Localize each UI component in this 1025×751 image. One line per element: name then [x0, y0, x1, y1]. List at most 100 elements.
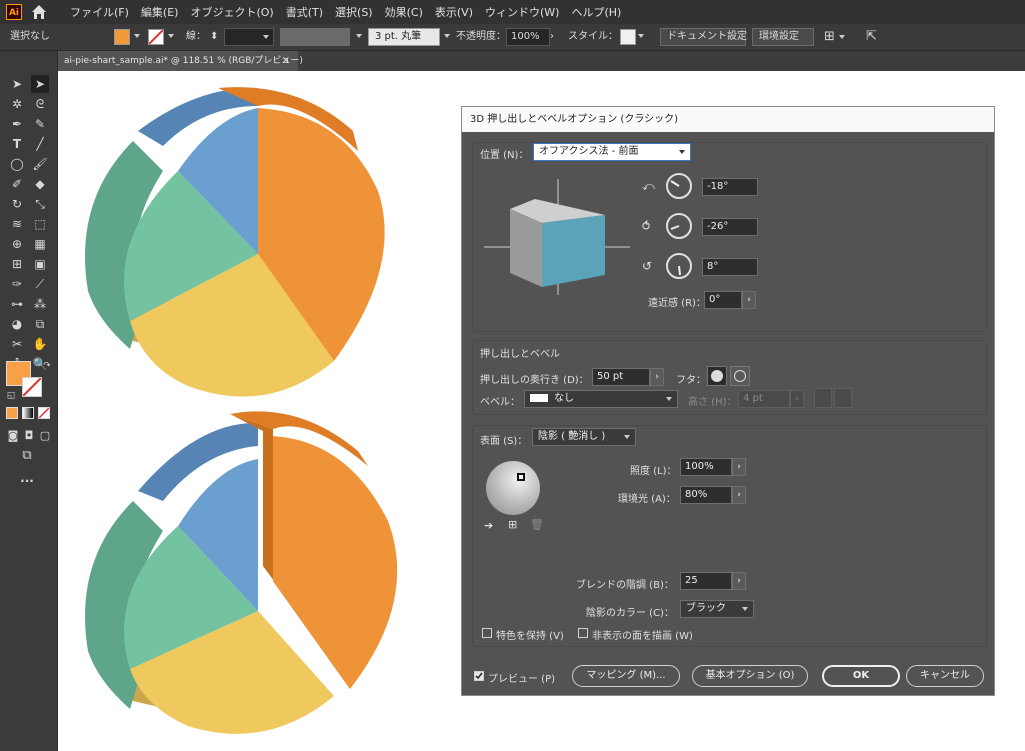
new-light-icon[interactable]: ⊞	[508, 518, 517, 531]
position-select[interactable]: オフアクシス法 - 前面	[533, 143, 691, 161]
stroke-weight-stepper[interactable]: ⬍	[210, 27, 218, 47]
direct-selection-tool-icon[interactable]: ➤	[31, 75, 49, 93]
gradient-tool-icon[interactable]: ▣	[31, 255, 49, 273]
menu-type[interactable]: 書式(T)	[286, 4, 323, 20]
brush-definition[interactable]: 3 pt. 丸筆	[368, 28, 440, 46]
cap-on-button[interactable]	[707, 366, 727, 386]
menu-window[interactable]: ウィンドウ(W)	[485, 4, 559, 20]
light-source-handle[interactable]	[517, 473, 525, 481]
document-settings-button[interactable]: ドキュメント設定	[660, 28, 747, 46]
blend-steps-input[interactable]: 25	[680, 572, 732, 590]
eraser-icon[interactable]: ◆	[31, 175, 49, 193]
blend-tool-icon[interactable]: ⊶	[8, 295, 26, 313]
light-intensity-input[interactable]: 100%	[680, 458, 732, 476]
light-intensity-arrow[interactable]: ›	[732, 458, 746, 476]
type-tool-icon[interactable]: T	[8, 135, 26, 153]
pie-graph-tool-icon[interactable]: ◕	[8, 315, 26, 333]
move-light-back-icon[interactable]: ➔	[484, 519, 493, 532]
menu-select[interactable]: 選択(S)	[335, 4, 373, 20]
shaper-tool-icon[interactable]: ✐	[8, 175, 26, 193]
perspective-arrow[interactable]: ›	[742, 291, 756, 309]
surface-select[interactable]: 陰影 ( 艶消し )	[532, 428, 636, 446]
bevel-select[interactable]: なし	[524, 390, 678, 408]
symbol-sprayer-icon[interactable]: ⁂	[31, 295, 49, 313]
color-mode-icon[interactable]	[6, 407, 18, 419]
ellipse-tool-icon[interactable]: ◯	[8, 155, 26, 173]
profile-dropdown[interactable]	[352, 27, 362, 47]
line-tool-icon[interactable]: ╱	[31, 135, 49, 153]
arrange-documents-icon[interactable]: ⊞	[824, 27, 845, 47]
document-tab[interactable]: ai-pie-shart_sample.ai* @ 118.51 % (RGB/…	[58, 51, 303, 71]
stroke-swatch[interactable]	[148, 29, 164, 45]
rotate-tool-icon[interactable]: ↻	[8, 195, 26, 213]
menu-edit[interactable]: 編集(E)	[141, 4, 179, 20]
cancel-button[interactable]: キャンセル	[906, 665, 984, 687]
curvature-tool-icon[interactable]: ✎	[31, 115, 49, 133]
menu-help[interactable]: ヘルプ(H)	[571, 4, 621, 20]
measure-icon[interactable]: ⟋	[31, 275, 49, 293]
opacity-input[interactable]: 100%	[506, 28, 550, 46]
artboard-tool-icon[interactable]: ⧉	[31, 315, 49, 333]
pie-chart-3d-exploded[interactable]	[85, 411, 398, 734]
menu-effect[interactable]: 効果(C)	[385, 4, 423, 20]
z-rotation-input[interactable]: 8°	[702, 258, 758, 276]
light-sphere-preview[interactable]	[486, 461, 540, 515]
swap-fill-stroke-icon[interactable]: ↷	[38, 357, 56, 375]
variable-width-profile[interactable]	[280, 28, 350, 46]
blend-steps-arrow[interactable]: ›	[732, 572, 746, 590]
preview-checkbox[interactable]	[474, 671, 484, 681]
scale-tool-icon[interactable]: ⤡	[31, 195, 49, 213]
draw-hidden-faces-checkbox[interactable]	[578, 628, 588, 638]
stroke-color-box[interactable]	[22, 377, 42, 397]
shape-builder-icon[interactable]: ⊕	[8, 235, 26, 253]
basic-options-button[interactable]: 基本オプション (O)	[692, 665, 808, 687]
style-dropdown[interactable]	[634, 27, 644, 47]
stroke-dropdown[interactable]	[164, 27, 174, 47]
pen-tool-icon[interactable]: ✒	[8, 115, 26, 133]
stroke-weight-input[interactable]	[224, 28, 274, 46]
mapping-button[interactable]: マッピング (M)...	[572, 665, 680, 687]
free-transform-icon[interactable]: ⬚	[31, 215, 49, 233]
preserve-spot-checkbox[interactable]	[482, 628, 492, 638]
y-rotation-dial[interactable]	[666, 213, 692, 239]
ambient-light-input[interactable]: 80%	[680, 486, 732, 504]
eyedropper-icon[interactable]: ✑	[8, 275, 26, 293]
pie-chart-3d-top[interactable]	[85, 87, 385, 397]
warp-tool-icon[interactable]: ≋	[8, 215, 26, 233]
menu-file[interactable]: ファイル(F)	[70, 4, 129, 20]
menu-view[interactable]: 表示(V)	[435, 4, 473, 20]
brush-dropdown[interactable]	[440, 27, 450, 47]
home-icon[interactable]	[30, 3, 48, 21]
close-tab-button[interactable]: ×	[282, 51, 290, 71]
cap-off-button[interactable]	[730, 366, 750, 386]
opacity-label[interactable]: 不透明度：	[456, 27, 506, 47]
edit-toolbar-icon[interactable]: ...	[18, 469, 36, 487]
z-rotation-dial[interactable]	[666, 253, 692, 279]
none-mode-icon[interactable]	[38, 407, 50, 419]
selection-tool-icon[interactable]: ➤	[8, 75, 26, 93]
magic-wand-icon[interactable]: ✲	[8, 95, 26, 113]
preferences-button[interactable]: 環境設定	[752, 28, 814, 46]
share-icon[interactable]: ⇱	[866, 27, 877, 47]
opacity-arrow[interactable]: ›	[550, 27, 554, 47]
ambient-light-arrow[interactable]: ›	[732, 486, 746, 504]
slice-tool-icon[interactable]: ✂	[8, 335, 26, 353]
perspective-grid-icon[interactable]: ▦	[31, 235, 49, 253]
shading-color-select[interactable]: ブラック	[680, 600, 754, 618]
screen-mode-icon[interactable]: ⧉	[18, 447, 36, 465]
default-colors-icon[interactable]: ◱	[2, 387, 20, 405]
rotation-track-cube[interactable]	[480, 173, 640, 303]
hand-tool-icon[interactable]: ✋	[31, 335, 49, 353]
x-rotation-dial[interactable]	[666, 173, 692, 199]
fill-swatch[interactable]	[114, 29, 130, 45]
fill-dropdown[interactable]	[130, 27, 140, 47]
draw-inside-icon[interactable]: ▢	[36, 427, 54, 445]
y-rotation-input[interactable]: -26°	[702, 218, 758, 236]
menu-object[interactable]: オブジェクト(O)	[190, 4, 273, 20]
x-rotation-input[interactable]: -18°	[702, 178, 758, 196]
lasso-icon[interactable]: ᘓ	[31, 95, 49, 113]
paintbrush-icon[interactable]: 🖌	[31, 155, 49, 173]
perspective-input[interactable]: 0°	[704, 291, 742, 309]
extrude-depth-arrow[interactable]: ›	[650, 368, 664, 386]
mesh-tool-icon[interactable]: ⊞	[8, 255, 26, 273]
